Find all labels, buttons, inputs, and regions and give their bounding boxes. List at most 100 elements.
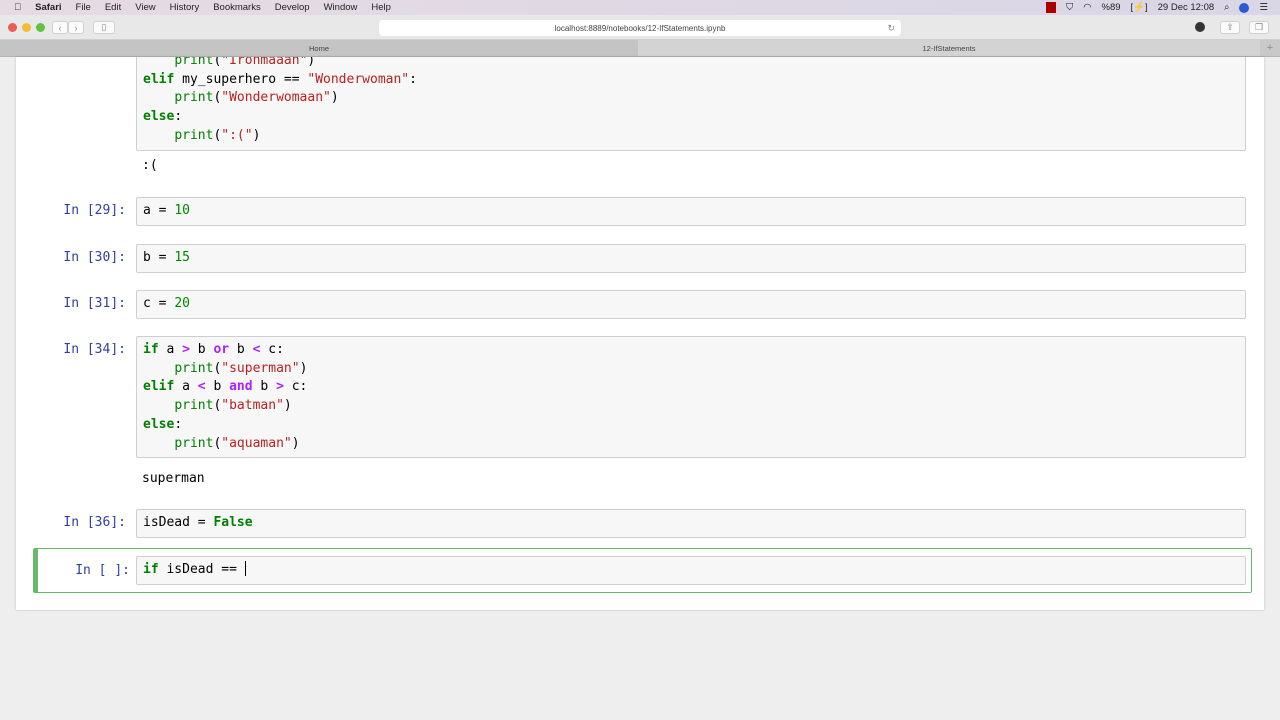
code-input[interactable]: print ("Ironmaaan") elif my_superhero == "…: [136, 57, 1246, 151]
menu-bar:  Safari File Edit View History Bookmark…: [0, 0, 1280, 15]
url-text: localhost:8889/notebooks/12-IfStatements…: [554, 23, 726, 33]
code-token-bi: print: [174, 398, 214, 414]
code-token-kw: else: [143, 109, 175, 125]
browser-toolbar: ‹ › ▯ localhost:8889/notebooks/12-IfStat…: [0, 15, 1280, 40]
code-token-text: isDead =: [143, 515, 214, 530]
code-line: isDead = False: [143, 514, 1239, 533]
code-token-op: <: [197, 379, 206, 395]
code-token-text: ): [252, 127, 261, 143]
code-line: c = 20: [143, 295, 1239, 314]
cell-prompt: In [30]:: [63, 250, 126, 265]
menu-safari[interactable]: Safari: [35, 2, 61, 13]
forward-button[interactable]: ›: [68, 21, 84, 34]
code-line: elif a < b and b > c:: [143, 378, 1239, 397]
code-token-text: c =: [143, 296, 175, 311]
code-token-text: "): [299, 57, 316, 68]
code-input[interactable]: if a > b or b < c: print("superman") elif…: [136, 336, 1246, 459]
zoom-window-button[interactable]: [36, 23, 45, 32]
reload-icon[interactable]: ↻: [887, 23, 895, 34]
code-token-bi: print: [174, 360, 214, 376]
code-token-kw: elif: [143, 71, 175, 87]
cell-prompt: In [31]:: [63, 296, 126, 311]
code-token-kw: if: [143, 342, 159, 357]
code-token-text: b: [189, 342, 214, 357]
menu-file[interactable]: File: [76, 2, 91, 13]
code-input[interactable]: if isDead ==: [136, 556, 1246, 585]
code-token-text: :: [409, 71, 417, 87]
downloads-icon[interactable]: [1195, 22, 1205, 32]
code-token-kw: False: [213, 515, 253, 530]
code-line: print("aquaman"): [143, 435, 1239, 454]
code-token-text: :: [174, 109, 183, 125]
new-tab-button[interactable]: +: [1260, 40, 1280, 56]
code-token-text: my_superhero ==: [174, 71, 308, 87]
apple-icon[interactable]: : [14, 2, 21, 13]
code-token-text: b: [229, 342, 253, 357]
code-token-text: (": [213, 57, 230, 68]
code-line: b = 15: [143, 249, 1239, 268]
code-input[interactable]: b = 15: [136, 244, 1246, 273]
code-token-text: c:: [260, 342, 284, 357]
search-icon[interactable]: ⌕: [1224, 2, 1229, 13]
shield-icon[interactable]: ⛉: [1066, 2, 1073, 13]
code-token-bi: print: [174, 90, 214, 106]
code-input[interactable]: a = 10: [136, 197, 1246, 226]
code-token-op: >: [182, 342, 190, 357]
code-input[interactable]: c = 20: [136, 290, 1246, 319]
menu-edit[interactable]: Edit: [105, 2, 121, 13]
clock[interactable]: 29 Dec 12:08: [1158, 2, 1215, 13]
text-cursor: [244, 561, 246, 576]
code-token-text: a: [158, 342, 183, 357]
sidebar-toggle-icon[interactable]: ▯: [93, 21, 115, 34]
cell-prompt: In [ ]:: [75, 563, 130, 578]
address-bar[interactable]: localhost:8889/notebooks/12-IfStatements…: [379, 20, 901, 36]
record-icon[interactable]: [1046, 2, 1057, 13]
code-token-str: Ironmaaan: [229, 57, 300, 68]
siri-icon[interactable]: [1239, 2, 1250, 13]
tab-home[interactable]: Home: [0, 40, 638, 56]
code-token-text: ): [283, 398, 292, 414]
code-input[interactable]: isDead = False: [136, 509, 1246, 538]
code-token-text: ): [291, 435, 300, 451]
notification-center-icon[interactable]: ☰: [1259, 2, 1268, 13]
code-line: if a > b or b < c:: [143, 341, 1239, 360]
code-line: else:: [143, 416, 1239, 435]
code-token-str: "batman": [221, 398, 284, 414]
wifi-icon[interactable]: ◠: [1083, 2, 1091, 13]
tab-label: 12-IfStatements: [922, 43, 976, 53]
code-token-kw: if: [143, 562, 159, 577]
share-icon[interactable]: ⇪: [1220, 21, 1240, 34]
code-line: if isDead ==: [143, 561, 1239, 580]
minimize-window-button[interactable]: [22, 23, 31, 32]
menu-help[interactable]: Help: [371, 2, 391, 13]
code-token-op: and: [229, 379, 253, 395]
code-token-op: or: [213, 342, 230, 357]
code-token-bi: print: [174, 127, 214, 143]
menu-window[interactable]: Window: [324, 2, 358, 13]
menu-history[interactable]: History: [170, 2, 200, 13]
back-button[interactable]: ‹: [52, 21, 68, 34]
cell-prompt: In [34]:: [63, 342, 126, 357]
battery-icon[interactable]: [⚡]: [1131, 2, 1148, 13]
menu-bookmarks[interactable]: Bookmarks: [213, 2, 261, 13]
close-window-button[interactable]: [8, 23, 17, 32]
menu-develop[interactable]: Develop: [275, 2, 310, 13]
code-token-text: ): [299, 360, 308, 376]
code-token-num: 10: [174, 203, 190, 218]
code-token-text: b: [205, 379, 230, 395]
code-token-str: "Wonderwoman": [307, 71, 410, 87]
menu-view[interactable]: View: [135, 2, 155, 13]
tabs-overview-icon[interactable]: ❐: [1249, 21, 1269, 34]
tab-label: Home: [308, 43, 329, 53]
code-token-text: b: [252, 379, 277, 395]
tab-12-ifstatements[interactable]: 12-IfStatements: [638, 40, 1260, 56]
battery-percent[interactable]: %89: [1102, 2, 1121, 13]
code-token-kw: else: [143, 416, 175, 432]
code-token-kw: elif: [143, 379, 175, 395]
